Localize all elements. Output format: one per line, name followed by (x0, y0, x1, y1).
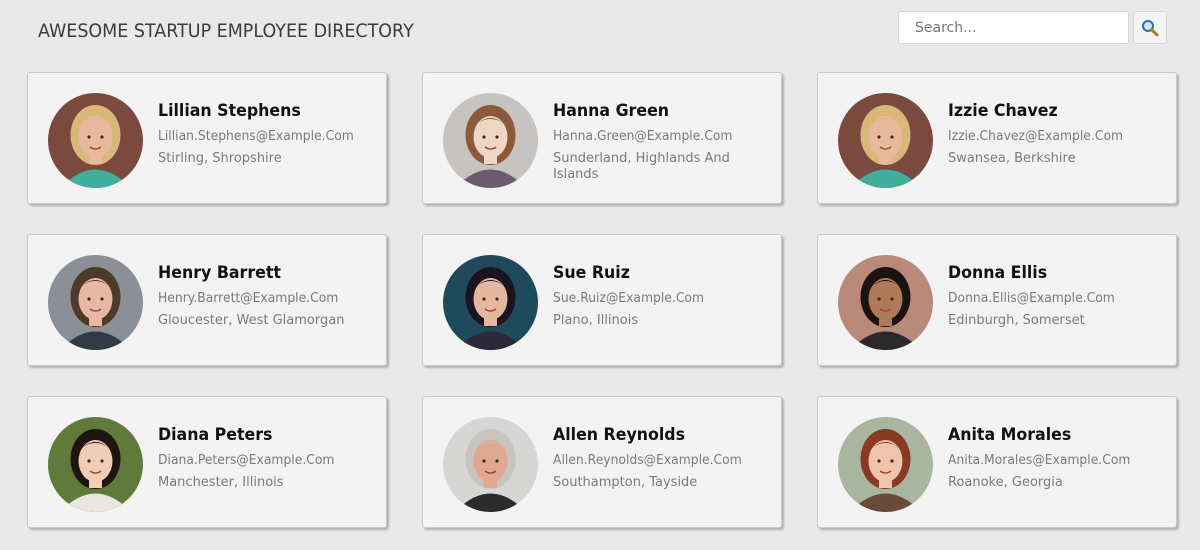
employee-card[interactable]: Anita Morales Anita.Morales@Example.Com … (817, 396, 1177, 528)
avatar (838, 417, 933, 512)
search-button[interactable] (1133, 11, 1167, 44)
employee-location: Plano, Illinois (553, 313, 639, 328)
employee-email: Lillian.Stephens@Example.Com (158, 129, 354, 144)
search-icon (1142, 19, 1159, 36)
employee-location: Edinburgh, Somerset (948, 313, 1085, 328)
employee-email: Henry.Barrett@Example.Com (158, 291, 339, 306)
employee-name: Hanna Green (553, 101, 670, 121)
employee-location: Gloucester, West Glamorgan (158, 313, 345, 328)
employee-email: Izzie.Chavez@Example.Com (948, 129, 1124, 144)
employee-name: Donna Ellis (948, 263, 1048, 283)
employee-email: Anita.Morales@Example.Com (948, 453, 1131, 468)
employee-name: Allen Reynolds (553, 425, 686, 445)
employee-email: Allen.Reynolds@Example.Com (553, 453, 742, 468)
avatar (838, 93, 933, 188)
employee-card[interactable]: Hanna Green Hanna.Green@Example.Com Sund… (422, 72, 782, 204)
employee-card[interactable]: Lillian Stephens Lillian.Stephens@Exampl… (27, 72, 387, 204)
employee-card[interactable]: Allen Reynolds Allen.Reynolds@Example.Co… (422, 396, 782, 528)
avatar (443, 93, 538, 188)
employee-location: Sunderland, Highlands And Islands (553, 151, 730, 182)
employee-location: Roanoke, Georgia (948, 475, 1063, 490)
employee-name: Sue Ruiz (553, 263, 630, 283)
page-title: AWESOME STARTUP EMPLOYEE DIRECTORY (38, 20, 414, 42)
employee-email: Donna.Ellis@Example.Com (948, 291, 1115, 306)
employee-location: Swansea, Berkshire (948, 151, 1076, 166)
employee-card[interactable]: Diana Peters Diana.Peters@Example.Com Ma… (27, 396, 387, 528)
header: AWESOME STARTUP EMPLOYEE DIRECTORY (0, 0, 1200, 60)
employee-name: Diana Peters (158, 425, 273, 445)
employee-email: Sue.Ruiz@Example.Com (553, 291, 705, 306)
employee-email: Hanna.Green@Example.Com (553, 129, 733, 144)
search-input[interactable] (898, 11, 1129, 44)
avatar (48, 417, 143, 512)
avatar (443, 417, 538, 512)
employee-card[interactable]: Donna Ellis Donna.Ellis@Example.Com Edin… (817, 234, 1177, 366)
avatar (838, 255, 933, 350)
avatar (443, 255, 538, 350)
employee-name: Lillian Stephens (158, 101, 301, 121)
employee-card[interactable]: Sue Ruiz Sue.Ruiz@Example.Com Plano, Ill… (422, 234, 782, 366)
employee-email: Diana.Peters@Example.Com (158, 453, 335, 468)
employee-name: Izzie Chavez (948, 101, 1058, 121)
employee-grid: Lillian Stephens Lillian.Stephens@Exampl… (27, 72, 1177, 528)
employee-card[interactable]: Henry Barrett Henry.Barrett@Example.Com … (27, 234, 387, 366)
employee-card[interactable]: Izzie Chavez Izzie.Chavez@Example.Com Sw… (817, 72, 1177, 204)
employee-name: Anita Morales (948, 425, 1072, 445)
employee-location: Stirling, Shropshire (158, 151, 282, 166)
avatar (48, 255, 143, 350)
employee-name: Henry Barrett (158, 263, 281, 283)
employee-location: Manchester, Illinois (158, 475, 284, 490)
employee-location: Southampton, Tayside (553, 475, 698, 490)
avatar (48, 93, 143, 188)
